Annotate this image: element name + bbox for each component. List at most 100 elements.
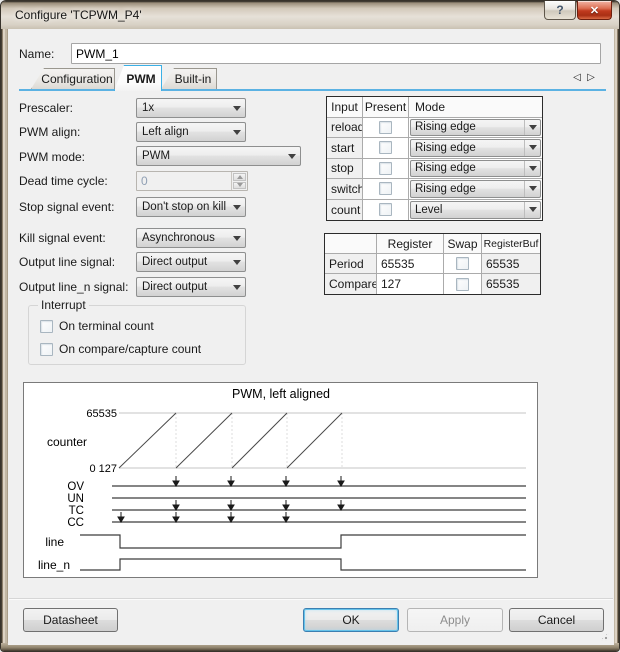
start-mode-value: Rising edge bbox=[411, 142, 524, 154]
stop-present-checkbox[interactable] bbox=[379, 162, 392, 175]
counter-label: counter bbox=[47, 435, 87, 449]
switch-present-checkbox[interactable] bbox=[379, 182, 392, 195]
swap-cell bbox=[444, 254, 482, 274]
present-cell bbox=[363, 179, 409, 200]
chevron-down-icon bbox=[524, 161, 540, 177]
period-row-label: Period bbox=[325, 254, 377, 274]
stop-mode-select[interactable]: Rising edge bbox=[410, 160, 541, 178]
stop-event-label: Stop signal event: bbox=[19, 200, 114, 214]
start-present-checkbox[interactable] bbox=[379, 141, 392, 154]
dead-time-spinner: 0 bbox=[136, 171, 248, 191]
window-border-left bbox=[1, 29, 8, 645]
swap-cell bbox=[444, 274, 482, 294]
chevron-down-icon bbox=[524, 140, 540, 156]
line-n-label: line_n bbox=[38, 558, 70, 572]
period-swap-checkbox[interactable] bbox=[456, 257, 469, 270]
name-input[interactable] bbox=[71, 43, 601, 64]
dead-time-value: 0 bbox=[137, 172, 231, 190]
compare-register-cell[interactable]: 127 bbox=[377, 274, 444, 294]
pwm-waveform-panel: PWM, left aligned 65535 0 127 counter OV… bbox=[23, 382, 538, 578]
count-mode-select[interactable]: Level bbox=[410, 201, 541, 220]
mode-cell: Rising edge bbox=[409, 118, 542, 139]
stop-mode-value: Rising edge bbox=[411, 162, 524, 174]
title-bar[interactable]: Configure 'TCPWM_P4' bbox=[1, 1, 620, 29]
tc-event-arrows bbox=[173, 500, 344, 510]
output-line-n-label: Output line_n signal: bbox=[19, 280, 128, 294]
apply-button-label: Apply bbox=[440, 613, 470, 627]
tab-scroll-left-icon[interactable]: ◁ bbox=[571, 70, 583, 84]
period-register-cell[interactable]: 65535 bbox=[377, 254, 444, 274]
chevron-down-icon bbox=[229, 130, 245, 135]
dead-time-label: Dead time cycle: bbox=[19, 174, 108, 188]
chevron-down-icon bbox=[229, 205, 245, 210]
tab-scroll-right-icon[interactable]: ▷ bbox=[585, 70, 597, 84]
chevron-down-icon bbox=[524, 181, 540, 197]
input-row-name: count bbox=[327, 200, 363, 221]
chevron-down-icon bbox=[229, 285, 245, 290]
tab-configuration-label: Configuration bbox=[41, 72, 112, 86]
terminal-count-label: On terminal count bbox=[59, 319, 154, 333]
chevron-down-icon bbox=[284, 154, 300, 159]
input-table-header-input: Input bbox=[327, 97, 363, 118]
compare-row-label: Compare bbox=[325, 274, 377, 294]
cc-event-arrows bbox=[118, 512, 289, 522]
pwm-mode-label: PWM mode: bbox=[19, 150, 85, 164]
output-line-label: Output line signal: bbox=[19, 255, 115, 269]
datasheet-button-label: Datasheet bbox=[43, 613, 98, 627]
period-registerbuf-cell: 65535 bbox=[482, 254, 540, 274]
output-line-value: Direct output bbox=[137, 256, 229, 268]
mode-cell: Level bbox=[409, 200, 542, 221]
present-cell bbox=[363, 118, 409, 139]
chevron-down-icon bbox=[229, 236, 245, 241]
input-table-header-present: Present bbox=[363, 97, 409, 118]
tab-configuration[interactable]: Configuration bbox=[31, 68, 115, 89]
terminal-count-checkbox[interactable] bbox=[40, 320, 53, 333]
kill-event-value: Asynchronous bbox=[137, 232, 229, 244]
output-line-select[interactable]: Direct output bbox=[136, 252, 246, 272]
compare-registerbuf-cell: 65535 bbox=[482, 274, 540, 294]
register-table-header-register: Register bbox=[377, 234, 444, 254]
help-button[interactable]: ? bbox=[544, 1, 576, 20]
tc-label: TC bbox=[69, 505, 84, 517]
ok-button-label: OK bbox=[342, 613, 359, 627]
ok-button[interactable]: OK bbox=[303, 608, 399, 632]
pwm-align-value: Left align bbox=[137, 126, 229, 138]
prescaler-label: Prescaler: bbox=[19, 101, 73, 115]
pwm-mode-select[interactable]: PWM bbox=[136, 146, 301, 166]
count-present-checkbox[interactable] bbox=[379, 203, 392, 216]
cc-label: CC bbox=[67, 517, 84, 529]
name-label: Name: bbox=[19, 47, 54, 61]
reload-mode-select[interactable]: Rising edge bbox=[410, 119, 541, 137]
output-line-n-select[interactable]: Direct output bbox=[136, 277, 246, 297]
switch-mode-value: Rising edge bbox=[411, 183, 524, 195]
chevron-down-icon bbox=[229, 260, 245, 265]
prescaler-select[interactable]: 1x bbox=[136, 98, 246, 118]
compare-capture-checkbox[interactable] bbox=[40, 343, 53, 356]
tab-built-in-label: Built-in bbox=[175, 72, 212, 86]
pwm-align-select[interactable]: Left align bbox=[136, 122, 246, 142]
counter-min-label: 0 127 bbox=[89, 463, 117, 475]
input-table-header-mode: Mode bbox=[409, 97, 542, 118]
mode-cell: Rising edge bbox=[409, 159, 542, 180]
present-cell bbox=[363, 159, 409, 180]
kill-event-select[interactable]: Asynchronous bbox=[136, 228, 246, 248]
compare-swap-checkbox[interactable] bbox=[456, 278, 469, 291]
switch-mode-select[interactable]: Rising edge bbox=[410, 180, 541, 198]
reload-mode-value: Rising edge bbox=[411, 121, 524, 133]
stop-event-select[interactable]: Don't stop on kill bbox=[136, 197, 246, 217]
un-label: UN bbox=[67, 493, 84, 505]
start-mode-select[interactable]: Rising edge bbox=[410, 139, 541, 157]
register-table-header-registerbuf: RegisterBuf bbox=[482, 234, 540, 254]
register-table: Register Swap RegisterBuf Period 65535 6… bbox=[324, 233, 541, 295]
diagram-title: PWM, left aligned bbox=[232, 387, 330, 401]
datasheet-button[interactable]: Datasheet bbox=[23, 608, 118, 632]
pwm-waveform-diagram: PWM, left aligned 65535 0 127 counter OV… bbox=[24, 383, 537, 577]
close-button[interactable]: ✕ bbox=[577, 1, 612, 20]
cancel-button[interactable]: Cancel bbox=[509, 608, 604, 632]
mode-cell: Rising edge bbox=[409, 138, 542, 159]
kill-event-label: Kill signal event: bbox=[19, 231, 106, 245]
reload-present-checkbox[interactable] bbox=[379, 121, 392, 134]
input-row-name: start bbox=[327, 138, 363, 159]
apply-button: Apply bbox=[407, 608, 503, 632]
present-cell bbox=[363, 200, 409, 221]
